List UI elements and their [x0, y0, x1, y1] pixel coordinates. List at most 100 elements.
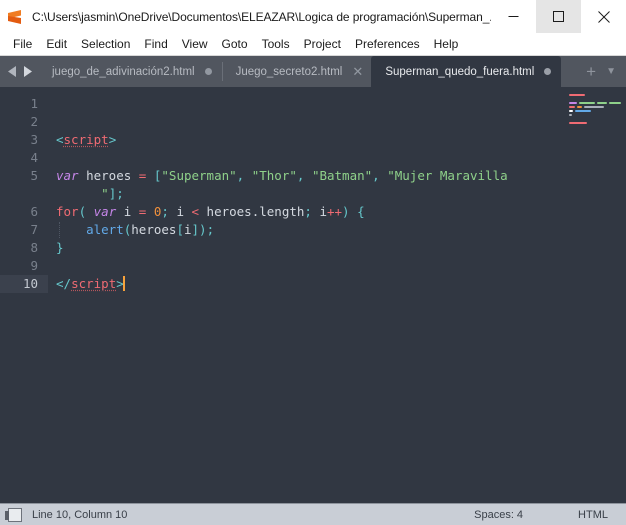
code-token-plain: i [116, 204, 139, 219]
code-line[interactable]: "]; [56, 185, 626, 203]
minimap-segment [575, 110, 591, 112]
menu-item-project[interactable]: Project [297, 35, 348, 53]
code-token-op: ++ [326, 204, 343, 219]
code-token-fn: alert [86, 222, 124, 237]
minimap-segment [609, 102, 621, 104]
minimap-segment [584, 106, 604, 108]
code-token-punct: < [56, 132, 64, 147]
code-line[interactable]: <script> [56, 131, 626, 149]
syntax-status[interactable]: HTML [578, 509, 608, 521]
line-number-gutter: 1 2 3 4 5 6 7 8 9 10 [0, 87, 48, 503]
line-number: 8 [30, 240, 38, 255]
tab-juego-de-adivinacion2[interactable]: juego_de_adivinación2.html [38, 56, 222, 87]
code-line[interactable]: for( var i = 0; i < heroes.length; i++) … [56, 203, 626, 221]
chevron-left-icon[interactable] [8, 66, 17, 77]
indent-guide [59, 222, 60, 238]
minimap-segment [579, 102, 595, 104]
line-number: 2 [30, 114, 38, 129]
window-title: C:\Users\jasmin\OneDrive\Documentos\ELEA… [32, 9, 491, 24]
code-minimap[interactable] [564, 87, 626, 503]
code-content[interactable]: <script> var heroes = ["Superman", "Thor… [48, 87, 626, 503]
code-line[interactable]: </script> [56, 275, 626, 293]
sublime-text-icon [7, 9, 23, 25]
line-number: 6 [30, 204, 38, 219]
code-line[interactable] [56, 149, 626, 167]
code-token-punct: ) [199, 222, 207, 237]
tab-juego-secreto2[interactable]: Juego_secreto2.html ✕ [221, 56, 372, 87]
editor-area[interactable]: 12345 6 7 8 9 10 <script> var heroes = ["Sup… [0, 87, 626, 503]
minimize-button[interactable] [491, 0, 536, 33]
chevron-right-icon[interactable] [23, 66, 32, 77]
new-tab-button[interactable]: + [586, 63, 596, 80]
minimap-segment [577, 106, 582, 108]
line-number-wrap [0, 185, 48, 203]
code-token-plain: heroes.length [199, 204, 305, 219]
code-token-tag: script [71, 276, 117, 291]
code-token-punct: / [63, 276, 72, 291]
code-token-str: "Batman" [311, 168, 373, 183]
code-line[interactable]: } [56, 239, 626, 257]
text-cursor [122, 276, 125, 291]
minimap-segment [597, 102, 607, 104]
menu-item-edit[interactable]: Edit [39, 35, 74, 53]
maximize-button[interactable] [536, 0, 581, 33]
code-token-kw: var [93, 204, 117, 219]
code-token-tag: script [63, 132, 109, 147]
code-token-punct: ; [304, 204, 312, 219]
code-token-punct: ; [161, 204, 169, 219]
tab-label: Juego_secreto2.html [235, 65, 343, 78]
tab-menu-button[interactable]: ▼ [606, 66, 616, 77]
tab-bar-actions: + ▼ [576, 56, 626, 87]
menu-item-view[interactable]: View [175, 35, 215, 53]
code-token-punct: ; [116, 186, 124, 201]
code-token-op: < [191, 204, 200, 219]
code-line[interactable]: var heroes = ["Superman", "Thor", "Batma… [56, 167, 626, 185]
line-number: 7 [30, 222, 38, 237]
menu-item-preferences[interactable]: Preferences [348, 35, 427, 53]
menu-item-file[interactable]: File [6, 35, 39, 53]
tab-close-icon[interactable]: ✕ [352, 65, 363, 78]
close-button[interactable] [581, 0, 626, 33]
code-line[interactable] [56, 257, 626, 275]
menu-item-tools[interactable]: Tools [255, 35, 297, 53]
code-token-punct: } [56, 240, 64, 255]
code-token-plain: heroes [78, 168, 139, 183]
code-line[interactable] [56, 95, 626, 113]
line-number: 4 [30, 150, 38, 165]
menu-item-help[interactable]: Help [427, 35, 466, 53]
tab-modified-dot-icon[interactable] [204, 68, 212, 75]
code-token-str: "Thor" [251, 168, 297, 183]
code-token-plain: i [183, 222, 192, 237]
menu-item-goto[interactable]: Goto [215, 35, 255, 53]
code-token-kw2: for [56, 204, 79, 219]
minimap-segment [569, 106, 575, 108]
code-line[interactable] [56, 113, 626, 131]
code-token-punct: { [357, 204, 365, 219]
code-token-str: "Mujer Maravilla [387, 168, 508, 183]
indentation-status[interactable]: Spaces: 4 [474, 509, 523, 521]
minimap-row [569, 121, 626, 125]
code-token-punct: ( [78, 204, 87, 219]
tab-navigation [0, 56, 38, 87]
tab-superman-quedo-fuera[interactable]: Superman_quedo_fuera.html [371, 56, 562, 87]
menu-item-find[interactable]: Find [137, 35, 174, 53]
menu-item-selection[interactable]: Selection [74, 35, 137, 53]
minimap-segment [569, 114, 572, 116]
line-number: 5 [30, 168, 38, 183]
window-controls [491, 0, 626, 33]
status-bar: Line 10, Column 10 Spaces: 4 HTML [0, 503, 626, 525]
tab-label: juego_de_adivinación2.html [52, 65, 195, 78]
tab-modified-dot-icon[interactable] [544, 68, 552, 75]
cursor-position-status[interactable]: Line 10, Column 10 [32, 509, 474, 521]
code-line[interactable]: alert(heroes[i]); [56, 221, 626, 239]
minimap-segment [569, 122, 587, 124]
code-token-punct: [ [176, 222, 184, 237]
code-token-str: "Superman" [161, 168, 237, 183]
code-token-punct: , [372, 168, 380, 183]
minimap-segment [569, 94, 585, 96]
